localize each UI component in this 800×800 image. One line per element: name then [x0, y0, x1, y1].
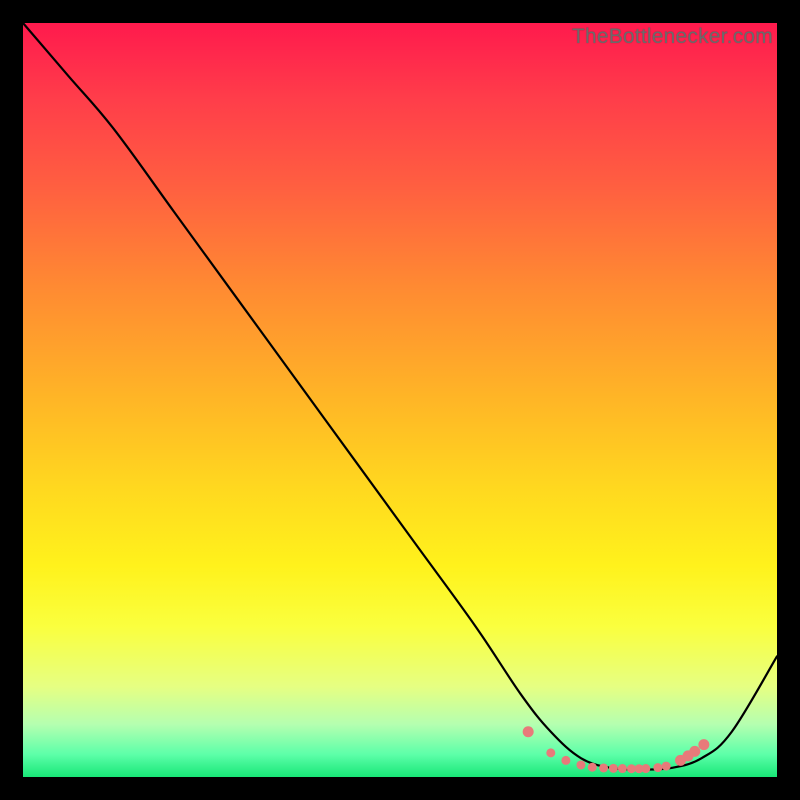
gradient-background — [23, 23, 777, 777]
chart-frame: TheBottlenecker.com — [23, 23, 777, 777]
